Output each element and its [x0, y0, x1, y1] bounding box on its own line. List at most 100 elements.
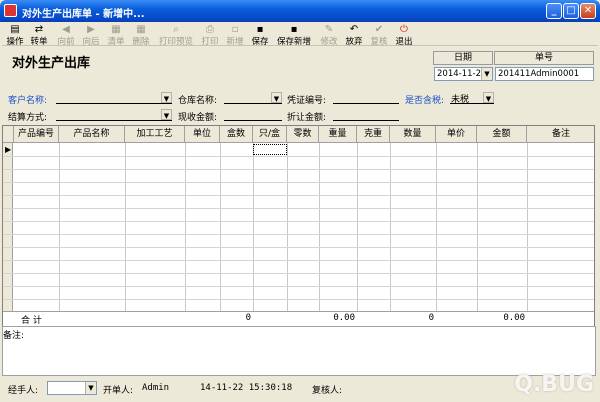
tax-select[interactable]: 未税 ▼: [450, 92, 494, 105]
focused-cell[interactable]: [253, 144, 287, 155]
arrow-left-icon: ◀: [62, 24, 70, 35]
toolbar-print-button[interactable]: ⎙ 打印: [199, 22, 221, 47]
toolbar-print-preview-button[interactable]: ⌕ 打印预览: [156, 22, 196, 47]
list-icon: ▦: [111, 24, 121, 35]
reviewer-label: 复核人:: [312, 386, 343, 396]
warehouse-label: 仓库名称:: [178, 96, 218, 106]
toolbar-next-button[interactable]: ▶ 向后: [80, 22, 102, 47]
toolbar-list-button[interactable]: ▦ 清单: [105, 22, 127, 47]
total-amount: 0.00: [503, 313, 525, 323]
total-boxes: 0: [245, 313, 251, 323]
product-grid[interactable]: 产品编号 产品名称 加工工艺 单位 盒数 只/盒 零数 重量 克重 数量 单价 …: [2, 125, 595, 327]
print-preview-icon: ⌕: [173, 24, 179, 35]
row-divider: [3, 208, 594, 209]
column-header-amount[interactable]: 金额: [477, 126, 527, 143]
date-header: 日期: [433, 51, 493, 65]
creator-label: 开单人:: [103, 386, 134, 396]
edit-icon: ✎: [324, 24, 334, 35]
date-picker[interactable]: 2014-11-22 ▼: [434, 67, 493, 81]
created-timestamp: 14-11-22 15:30:18: [200, 383, 293, 393]
toolbar-previous-button[interactable]: ◀ 向前: [55, 22, 77, 47]
row-divider: [3, 260, 594, 261]
maximize-button[interactable]: □: [563, 3, 579, 19]
row-divider: [3, 247, 594, 248]
warehouse-select[interactable]: ▼: [224, 92, 282, 104]
tax-value: 未税: [451, 95, 470, 105]
voucher-input[interactable]: [333, 92, 399, 104]
chevron-down-icon[interactable]: ▼: [161, 92, 172, 103]
toolbar: ▤ 操作 ⇄ 转单 ◀ 向前 ▶ 向后 ▦ 清单 ▦ 删除 ⌕ 打印预览 ⎙ 打…: [2, 22, 598, 47]
order-number-field[interactable]: 201411Admin0001: [495, 67, 594, 81]
total-label: 合 计: [21, 316, 42, 326]
toolbar-delete-button[interactable]: ▦ 删除: [130, 22, 152, 47]
column-header-per-box[interactable]: 只/盒: [253, 126, 287, 143]
arrow-right-icon: ▶: [87, 24, 95, 35]
row-divider: [3, 286, 594, 287]
column-header-unit-price[interactable]: 单价: [436, 126, 477, 143]
remark-label: 备注:: [3, 331, 25, 341]
handler-select[interactable]: ▼: [47, 381, 97, 395]
column-header-loose[interactable]: 零数: [287, 126, 319, 143]
grid-corner: [3, 126, 14, 143]
save-icon: ▪: [256, 24, 264, 35]
window-title: 对外生产出库单 - 新增中...: [22, 9, 145, 20]
column-header-remark[interactable]: 备注: [527, 126, 594, 143]
footer: 经手人: ▼ 开单人: Admin 14-11-22 15:30:18 复核人:: [0, 378, 600, 402]
chevron-down-icon[interactable]: ▼: [85, 382, 96, 394]
row-divider: [3, 299, 594, 300]
remark-area[interactable]: [2, 326, 596, 376]
row-divider: [3, 156, 594, 157]
toolbar-review-button[interactable]: ✔ 复核: [368, 22, 390, 47]
total-row: 合 计 0 0.00 0 0.00: [3, 311, 594, 326]
settlement-label: 结算方式:: [8, 113, 48, 123]
chevron-down-icon[interactable]: ▼: [161, 109, 172, 120]
customer-label: 客户名称:: [8, 96, 48, 106]
delete-icon: ▦: [136, 24, 146, 35]
app-icon: [4, 4, 17, 17]
total-quantity: 0: [428, 313, 434, 323]
toolbar-new-button[interactable]: ▫ 新增: [224, 22, 246, 47]
site-watermark: Q.BUG: [514, 372, 594, 397]
column-header-boxes[interactable]: 盒数: [220, 126, 253, 143]
date-value: 2014-11-22: [437, 69, 487, 79]
row-divider: [3, 169, 594, 170]
undo-icon: ↶: [349, 24, 359, 35]
order-number-header: 单号: [494, 51, 594, 65]
exit-icon: ⏻: [400, 24, 408, 35]
row-divider: [3, 221, 594, 222]
column-header-quantity[interactable]: 数量: [390, 126, 436, 143]
title-bar: 对外生产出库单 - 新增中... _ □ ✕: [0, 0, 600, 22]
minimize-button[interactable]: _: [546, 3, 562, 19]
form-title: 对外生产出库: [12, 56, 91, 71]
column-header-process[interactable]: 加工工艺: [125, 126, 185, 143]
row-divider: [3, 273, 594, 274]
cash-received-input[interactable]: [224, 109, 282, 121]
cash-received-label: 现收金额:: [178, 113, 218, 123]
settlement-select[interactable]: ▼: [56, 109, 172, 121]
total-weight: 0.00: [333, 313, 355, 323]
toolbar-save-new-button[interactable]: ▪ 保存新增: [274, 22, 314, 47]
discount-input[interactable]: [333, 109, 399, 121]
save-new-icon: ▪: [290, 24, 298, 35]
customer-select[interactable]: ▼: [56, 92, 172, 104]
column-header-product-code[interactable]: 产品编号: [14, 126, 59, 143]
toolbar-operate-button[interactable]: ▤ 操作: [4, 22, 26, 47]
transfer-icon: ⇄: [34, 24, 44, 35]
creator-value: Admin: [142, 383, 170, 393]
column-header-gram-weight[interactable]: 克重: [357, 126, 390, 143]
new-icon: ▫: [231, 24, 239, 35]
close-button[interactable]: ✕: [580, 3, 596, 19]
toolbar-discard-button[interactable]: ↶ 放弃: [343, 22, 365, 47]
chevron-down-icon[interactable]: ▼: [271, 92, 282, 103]
column-header-unit[interactable]: 单位: [185, 126, 220, 143]
toolbar-modify-button[interactable]: ✎ 修改: [318, 22, 340, 47]
chevron-down-icon[interactable]: ▼: [481, 68, 492, 80]
toolbar-transfer-button[interactable]: ⇄ 转单: [28, 22, 50, 47]
toolbar-exit-button[interactable]: ⏻ 退出: [393, 22, 415, 47]
toolbar-save-button[interactable]: ▪ 保存: [249, 22, 271, 47]
column-header-product-name[interactable]: 产品名称: [59, 126, 125, 143]
column-header-weight[interactable]: 重量: [319, 126, 357, 143]
row-divider: [3, 182, 594, 183]
chevron-down-icon[interactable]: ▼: [483, 92, 494, 103]
row-divider: [3, 195, 594, 196]
